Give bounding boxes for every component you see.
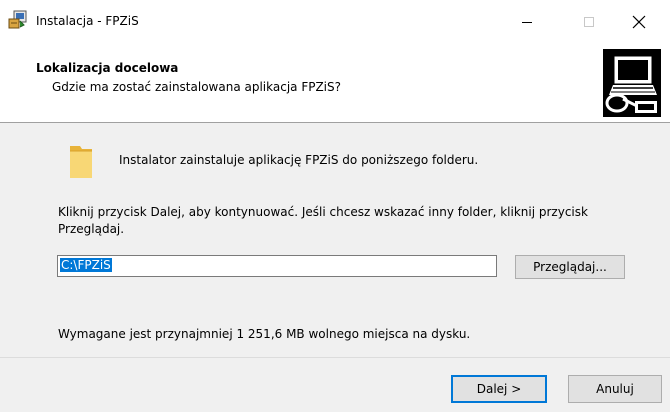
instruction-text: Kliknij przycisk Dalej, aby kontynuować.… [58, 205, 588, 236]
info-text: Instalator zainstaluje aplikację FPZiS d… [119, 153, 479, 167]
title-bar: Instalacja - FPZiS [0, 0, 670, 44]
next-button[interactable]: Dalej > [451, 375, 547, 403]
minimize-icon [522, 22, 532, 23]
folder-icon [66, 144, 96, 180]
browse-button[interactable]: Przeglądaj... [515, 255, 625, 279]
maximize-button[interactable] [566, 0, 612, 44]
next-button-label: Dalej > [476, 382, 522, 396]
installer-icon [8, 10, 28, 30]
computer-install-icon [603, 49, 661, 117]
disk-space-text: Wymagane jest przynajmniej 1 251,6 MB wo… [58, 327, 471, 341]
maximize-icon [584, 17, 594, 27]
wizard-footer: Dalej > Anuluj [0, 358, 670, 412]
wizard-header: Lokalizacja docelowa Gdzie ma zostać zai… [0, 44, 670, 122]
close-icon [632, 15, 646, 29]
cancel-button-label: Anuluj [596, 382, 634, 396]
install-path-value: C:\FPZiS [60, 258, 112, 272]
minimize-button[interactable] [504, 0, 550, 44]
install-path-input[interactable]: C:\FPZiS [57, 255, 497, 277]
page-title: Lokalizacja docelowa [36, 61, 179, 75]
window-title: Instalacja - FPZiS [36, 14, 139, 28]
close-button[interactable] [616, 0, 662, 44]
cancel-button[interactable]: Anuluj [568, 375, 662, 403]
content-area: Instalator zainstaluje aplikację FPZiS d… [0, 123, 670, 357]
page-subtitle: Gdzie ma zostać zainstalowana aplikacja … [52, 80, 341, 94]
browse-button-label: Przeglądaj... [533, 260, 607, 274]
